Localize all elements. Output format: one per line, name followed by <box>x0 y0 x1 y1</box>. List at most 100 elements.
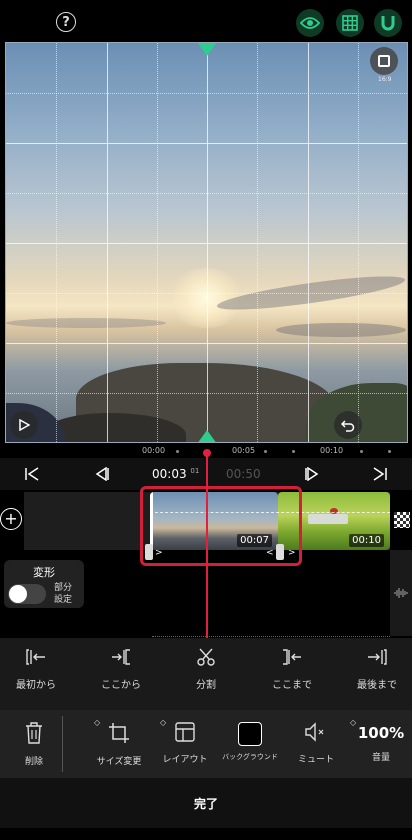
play-button[interactable] <box>10 411 38 439</box>
center-marker-top <box>197 43 217 56</box>
center-marker-bottom <box>197 430 217 442</box>
volume-label: 音量 <box>371 753 390 763</box>
undo-button[interactable] <box>334 411 362 439</box>
grid-subline <box>6 293 407 294</box>
crop-icon <box>109 723 129 743</box>
grid-toggle-button[interactable] <box>336 9 364 37</box>
skip-start-icon <box>25 467 39 481</box>
cloud <box>276 323 406 337</box>
help-button[interactable]: ? <box>56 12 76 32</box>
done-bar: 完了 <box>0 778 412 828</box>
next-frame-icon <box>305 467 319 481</box>
tool-label: ここから <box>101 680 141 691</box>
grid-subline <box>257 43 258 442</box>
trash-icon <box>26 722 42 744</box>
background-button[interactable]: バックグラウンド <box>218 722 282 762</box>
add-clip-button[interactable]: + <box>0 508 22 530</box>
volume-button[interactable]: ◇ 100% 音量 <box>350 718 408 763</box>
layout-button[interactable]: ◇ レイアウト <box>158 718 212 765</box>
skip-end-icon <box>373 467 387 481</box>
delete-button[interactable]: 削除 <box>18 722 50 767</box>
ruler-tick <box>264 450 267 453</box>
trim-handle-right[interactable] <box>276 544 284 560</box>
partial-setting-label: 部分 設定 <box>54 583 73 605</box>
ruler-label: 00:00 <box>142 446 166 455</box>
transition-checker-icon[interactable] <box>394 512 410 528</box>
trim-here-left-icon <box>283 649 301 665</box>
partial-setting-toggle[interactable] <box>8 584 46 604</box>
trim-here-right-button[interactable]: ここから <box>86 648 156 691</box>
video-preview[interactable]: 16:9 <box>5 42 408 443</box>
tool-label: 最後まで <box>357 680 397 691</box>
clip-thumbnail-ladybug <box>330 508 338 514</box>
trim-from-start-icon <box>26 649 45 665</box>
keyframe-diamond-icon: ◇ <box>350 718 357 727</box>
grid-subline <box>358 43 359 442</box>
playhead[interactable] <box>206 452 208 638</box>
waveform-icon <box>394 588 408 598</box>
ruler-label: 00:10 <box>320 446 344 455</box>
jump-to-end-button[interactable] <box>360 458 400 490</box>
next-frame-button[interactable] <box>292 458 332 490</box>
split-button[interactable]: 分割 <box>171 648 241 691</box>
ruler-tick <box>292 450 295 453</box>
transform-title: 変形 <box>33 566 55 579</box>
grid-line <box>6 243 407 244</box>
trim-handle-left[interactable] <box>145 544 153 560</box>
ruler-tick <box>388 450 391 453</box>
grid-subline <box>6 193 407 194</box>
ruler-label: 00:05 <box>232 446 256 455</box>
trim-here-left-button[interactable]: ここまで <box>257 648 327 691</box>
keyframe-diamond-icon: ◇ <box>160 718 167 727</box>
total-time: 00:50 <box>226 467 261 481</box>
background-label: バックグラウンド <box>222 753 278 761</box>
clip-duration: 00:10 <box>349 534 384 547</box>
tool-label: 最初から <box>16 680 56 691</box>
volume-value: 100% <box>357 724 405 742</box>
keyframe-diamond-icon: ◇ <box>94 718 101 727</box>
clip-thumbnail-object <box>308 514 348 524</box>
trim-here-right-icon <box>112 649 130 665</box>
grid-subline <box>6 393 407 394</box>
trim-from-start-button[interactable]: 最初から <box>1 648 71 691</box>
mute-button[interactable]: ミュート <box>292 722 340 765</box>
aspect-badge: 16:9 <box>378 76 392 83</box>
preview-eye-button[interactable] <box>296 9 324 37</box>
trim-to-end-icon <box>368 649 387 665</box>
tool-label: 分割 <box>196 680 216 691</box>
previous-frame-icon <box>95 467 109 481</box>
resize-button[interactable]: ◇ サイズ変更 <box>92 718 146 767</box>
speaker-mute-icon <box>305 722 324 742</box>
divider <box>62 716 63 772</box>
trim-to-end-button[interactable]: 最後まで <box>342 648 412 691</box>
play-icon <box>19 419 30 431</box>
undo-icon <box>341 420 355 432</box>
grid-line <box>6 343 407 344</box>
snap-magnet-button[interactable] <box>374 9 402 37</box>
background-swatch-icon <box>238 722 262 746</box>
delete-label: 削除 <box>24 757 43 767</box>
chevron-left-icon: < <box>266 548 274 558</box>
resize-label: サイズ変更 <box>96 757 142 767</box>
chevron-right-icon: > <box>155 548 163 558</box>
ruler-tick <box>176 450 179 453</box>
grid-subline <box>157 43 158 442</box>
plus-icon: + <box>4 509 18 528</box>
done-button[interactable]: 完了 <box>0 795 412 812</box>
ruler-tick <box>360 450 363 453</box>
stop-square-icon <box>378 55 390 67</box>
grid-icon <box>342 15 358 31</box>
audio-track-button[interactable] <box>390 550 412 636</box>
toggle-knob <box>9 585 27 603</box>
current-time: 00:03 01 <box>152 467 200 481</box>
playhead-knob[interactable] <box>203 449 211 457</box>
aspect-ratio-button[interactable] <box>370 47 398 75</box>
jump-to-start-button[interactable] <box>12 458 52 490</box>
previous-frame-button[interactable] <box>82 458 122 490</box>
scissors-icon <box>197 648 215 666</box>
clip-options-bar: 削除 ◇ サイズ変更 ◇ レイアウト バックグラウンド ミュート ◇ 100% … <box>0 710 412 778</box>
layout-label: レイアウト <box>162 755 208 765</box>
chevron-right-icon: > <box>288 548 296 558</box>
eye-icon <box>300 17 320 29</box>
transform-panel: 変形 部分 設定 <box>4 560 84 608</box>
